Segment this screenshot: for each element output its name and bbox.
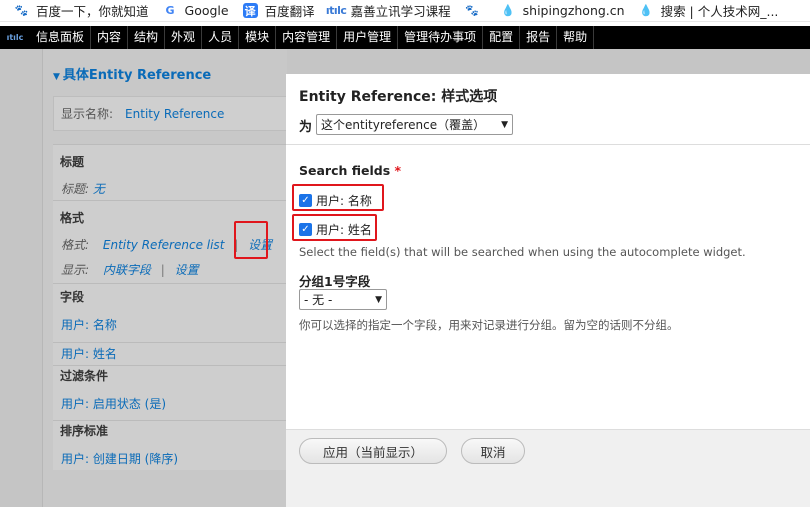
sort-group-heading: 排序标准 xyxy=(60,424,109,438)
show-value-link[interactable]: 内联字段 xyxy=(103,263,151,277)
required-mark: * xyxy=(394,163,402,178)
toolbar-item-structure[interactable]: 结构 xyxy=(128,26,166,49)
filter-group: 过滤条件 用户: 启用状态 (是) xyxy=(53,367,287,412)
fields-group: 字段 用户: 名称 用户: 姓名 xyxy=(53,288,287,362)
title-row: 标题: 无 xyxy=(61,182,105,196)
toolbar-item-content[interactable]: 内容 xyxy=(91,26,129,49)
triangle-down-icon: ▼ xyxy=(53,72,60,82)
toolbar-item-dashboard[interactable]: 信息面板 xyxy=(30,26,92,49)
title-group-heading: 标题 xyxy=(60,155,85,169)
bookmarks-bar: 🐾 百度一下，你就知道 G Google 译百度翻译 ıtılc 嘉善立讯学习课程 🐾… xyxy=(0,0,810,22)
translate-icon: 译 xyxy=(242,3,258,18)
search-fields-label: Search fields * xyxy=(299,163,402,178)
toolbar-item-help[interactable]: 帮助 xyxy=(557,26,595,49)
show-settings-link[interactable]: 设置 xyxy=(175,263,199,277)
show-row: 显示: 内联字段 | 设置 xyxy=(61,263,199,277)
display-name-link[interactable]: Entity Reference xyxy=(125,107,224,121)
toolbar-item-content-manage[interactable]: 内容管理 xyxy=(276,26,338,49)
bookmark-translate[interactable]: 译百度翻译 xyxy=(242,1,315,20)
paw-icon: 🐾 xyxy=(465,4,479,17)
grouping-help: 你可以选择的指定一个字段，用来对记录进行分组。留为空的话则不分组。 xyxy=(299,318,679,332)
bookmark-baidu[interactable]: 🐾 百度一下，你就知道 xyxy=(14,1,149,20)
cancel-button[interactable]: 取消 xyxy=(461,438,525,464)
chevron-down-icon: ▼ xyxy=(501,119,508,130)
home-logo-icon[interactable]: ıtılc xyxy=(0,26,30,49)
title-value-link[interactable]: 无 xyxy=(93,182,105,196)
separator: | xyxy=(160,263,165,277)
jsl-icon: ıtılc xyxy=(325,4,347,17)
toolbar-item-reports[interactable]: 报告 xyxy=(520,26,558,49)
bookmark-shipingzhong[interactable]: 💧 shipingzhong.cn xyxy=(501,3,624,18)
style-options-dialog: Entity Reference: 样式选项 为 这个entityreferen… xyxy=(286,74,810,507)
search-fields-help: Select the field(s) that will be searche… xyxy=(299,245,746,259)
format-settings-highlight xyxy=(234,221,268,259)
drop-icon: 💧 xyxy=(639,4,653,17)
dialog-divider xyxy=(286,144,810,145)
grouping-field-label: 分组1号字段 xyxy=(299,274,371,289)
toolbar-item-appearance[interactable]: 外观 xyxy=(165,26,203,49)
toolbar-item-config[interactable]: 配置 xyxy=(483,26,521,49)
override-select[interactable]: 这个entityreference（覆盖） ▼ xyxy=(316,114,513,135)
apply-button[interactable]: 应用（当前显示） xyxy=(299,438,447,464)
sort-item-created[interactable]: 用户: 创建日期 (降序) xyxy=(53,450,287,467)
title-group: 标题 标题: 无 xyxy=(53,153,287,197)
bookmark-search[interactable]: 💧 搜索 | 个人技术网_... xyxy=(639,1,778,20)
toolbar-item-people[interactable]: 人员 xyxy=(202,26,240,49)
google-icon: G xyxy=(165,4,175,17)
toolbar-item-user-manage[interactable]: 用户管理 xyxy=(337,26,399,49)
display-name-row: 显示名称: Entity Reference xyxy=(53,96,293,131)
bookmark-google[interactable]: G Google xyxy=(163,3,229,18)
toolbar-item-modules[interactable]: 模块 xyxy=(239,26,277,49)
bookmark-jsl[interactable]: ıtılc 嘉善立讯学习课程 xyxy=(325,1,451,20)
filter-item-status[interactable]: 用户: 启用状态 (是) xyxy=(53,395,287,412)
fields-group-heading: 字段 xyxy=(60,290,85,304)
grouping-select[interactable]: - 无 - ▼ xyxy=(299,289,387,310)
for-label: 为 xyxy=(299,120,313,135)
field-item-fullname[interactable]: 用户: 姓名 xyxy=(53,342,287,362)
filter-group-heading: 过滤条件 xyxy=(60,369,109,383)
format-value-link[interactable]: Entity Reference list xyxy=(103,238,225,252)
checkbox2-highlight xyxy=(292,214,377,241)
display-section-title[interactable]: ▼ 具体Entity Reference xyxy=(53,64,211,83)
dialog-title: Entity Reference: 样式选项 xyxy=(299,89,498,105)
sort-group: 排序标准 用户: 创建日期 (降序) xyxy=(53,422,287,467)
bookmark-baidu-2[interactable]: 🐾 xyxy=(465,3,487,18)
checkbox1-highlight xyxy=(292,184,384,211)
admin-toolbar: ıtılc 信息面板 内容 结构 外观 人员 模块 内容管理 用户管理 管理待办… xyxy=(0,26,810,49)
drop-icon: 💧 xyxy=(501,4,515,17)
dialog-footer: 应用（当前显示） 取消 xyxy=(286,429,810,507)
toolbar-item-todo[interactable]: 管理待办事项 xyxy=(398,26,484,49)
field-item-name[interactable]: 用户: 名称 xyxy=(53,316,287,333)
paw-icon: 🐾 xyxy=(14,4,29,17)
chevron-down-icon: ▼ xyxy=(375,294,382,305)
